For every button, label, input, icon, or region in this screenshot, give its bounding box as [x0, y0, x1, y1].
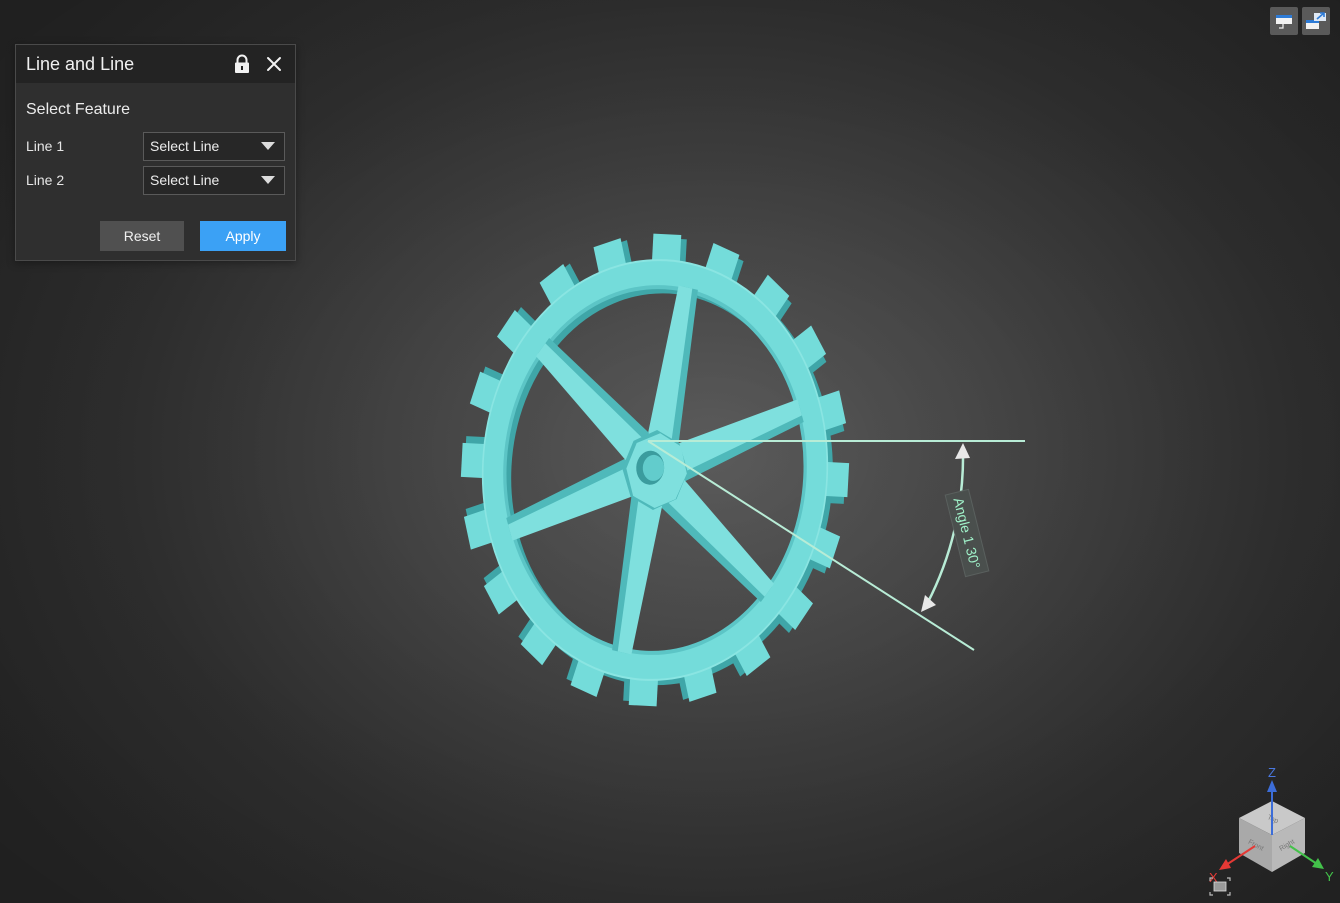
axis-y-label: Y	[1325, 869, 1334, 884]
panel-title: Line and Line	[26, 53, 135, 74]
line-1-select[interactable]: Select Line	[143, 131, 285, 161]
apply-button[interactable]: Apply	[200, 221, 286, 251]
close-icon	[267, 57, 281, 71]
triangle-down-icon	[261, 142, 275, 150]
line-2-row: Line 2 Select Line	[26, 165, 285, 195]
lock-button[interactable]	[231, 53, 253, 75]
lock-icon	[235, 54, 249, 73]
line-2-select[interactable]: Select Line	[143, 165, 285, 195]
panel-view-button[interactable]	[1270, 7, 1298, 35]
reset-button[interactable]: Reset	[100, 221, 184, 251]
line-2-select-value: Select Line	[150, 172, 220, 188]
panel-view-icon	[1276, 15, 1292, 29]
swap-view-button[interactable]	[1302, 7, 1330, 35]
line-1-row: Line 1 Select Line	[26, 131, 285, 161]
panel-buttons: Reset Apply	[100, 221, 286, 251]
close-button[interactable]	[263, 53, 285, 75]
line-2-label: Line 2	[26, 172, 65, 188]
section-title: Select Feature	[26, 101, 131, 118]
axis-z-label: Z	[1268, 765, 1276, 780]
triangle-down-icon	[261, 176, 275, 184]
panel-header: Line and Line	[16, 45, 295, 83]
line-1-label: Line 1	[26, 138, 65, 154]
line-1-select-value: Select Line	[150, 138, 220, 154]
panel-body: Select Feature Line 1 Select Line Line 2…	[16, 83, 295, 195]
swap-view-icon	[1306, 12, 1326, 29]
line-and-line-panel: Line and Line Select Feature Line 1 Sele…	[15, 44, 296, 261]
